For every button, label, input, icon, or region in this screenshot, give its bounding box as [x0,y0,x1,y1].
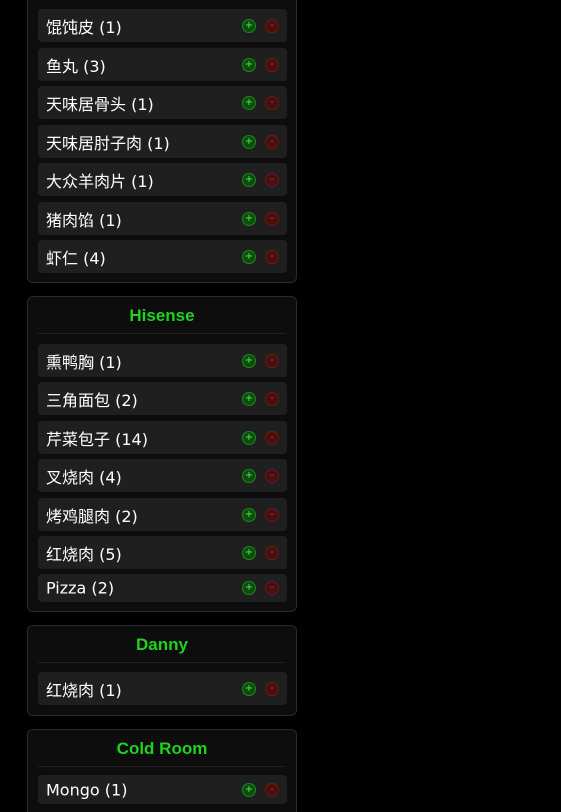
item-label: 馄饨皮 (1) [46,17,122,37]
item-label: 红烧肉 (5) [46,544,122,564]
storage-panel-danny: Danny 红烧肉 (1) + - [27,625,297,716]
list-item: 芹菜包子 (14) + - [38,421,287,454]
add-button[interactable]: + [242,353,256,368]
remove-button[interactable]: - [265,18,279,33]
add-button[interactable]: + [242,57,256,72]
add-button[interactable]: + [242,172,256,187]
storage-panel-hisense: Hisense 熏鸭胸 (1) + - 三角面包 (2) + - 芹菜包子 (1… [27,296,297,612]
storage-panel-cold-room: Cold Room Mongo (1) + - [27,729,297,812]
add-button[interactable]: + [242,391,256,406]
list-item: Mongo (1) + - [38,775,287,804]
add-button[interactable]: + [242,681,256,696]
item-label: Mongo (1) [46,780,128,799]
item-label: 虾仁 (4) [46,248,106,268]
item-label: 烤鸡腿肉 (2) [46,506,138,526]
remove-button[interactable]: - [265,211,279,226]
item-label: 天味居肘子肉 (1) [46,133,170,153]
add-button[interactable]: + [242,249,256,264]
remove-button[interactable]: - [265,249,279,264]
list-item: 馄饨皮 (1) + - [38,9,287,42]
add-button[interactable]: + [242,468,256,483]
add-button[interactable]: + [242,581,256,595]
remove-button[interactable]: - [265,172,279,187]
storage-panel: 馄饨皮 (1) + - 鱼丸 (3) + - 天味居骨头 (1) + - 天味居… [27,0,297,283]
add-button[interactable]: + [242,430,256,445]
list-item: 鱼丸 (3) + - [38,48,287,81]
remove-button[interactable]: - [265,391,279,406]
item-label: 三角面包 (2) [46,390,138,410]
item-label: 红烧肉 (1) [46,680,122,700]
panel-title: Danny [38,626,286,663]
panel-title: Cold Room [38,730,286,767]
list-item: 红烧肉 (5) + - [38,536,287,569]
remove-button[interactable]: - [265,507,279,522]
add-button[interactable]: + [242,134,256,149]
item-label: Pizza (2) [46,578,115,598]
list-item: Pizza (2) + - [38,574,287,602]
item-label: 芹菜包子 (14) [46,429,148,449]
inventory-page: 馄饨皮 (1) + - 鱼丸 (3) + - 天味居骨头 (1) + - 天味居… [0,0,561,812]
item-label: 鱼丸 (3) [46,56,106,76]
list-item: 叉烧肉 (4) + - [38,459,287,492]
list-item: 三角面包 (2) + - [38,382,287,415]
list-item: 红烧肉 (1) + - [38,672,287,705]
list-item: 天味居肘子肉 (1) + - [38,125,287,158]
item-label: 熏鸭胸 (1) [46,352,122,372]
add-button[interactable]: + [242,782,256,797]
item-label: 猪肉馅 (1) [46,210,122,230]
list-item: 大众羊肉片 (1) + - [38,163,287,196]
list-item: 虾仁 (4) + - [38,240,287,273]
remove-button[interactable]: - [265,134,279,149]
remove-button[interactable]: - [265,468,279,483]
remove-button[interactable]: - [265,545,279,560]
remove-button[interactable]: - [265,430,279,445]
remove-button[interactable]: - [265,782,279,797]
remove-button[interactable]: - [265,353,279,368]
add-button[interactable]: + [242,18,256,33]
panel-title: Hisense [38,297,286,334]
item-label: 叉烧肉 (4) [46,467,122,487]
add-button[interactable]: + [242,211,256,226]
remove-button[interactable]: - [265,95,279,110]
item-label: 天味居骨头 (1) [46,94,154,114]
remove-button[interactable]: - [265,681,279,696]
list-item: 天味居骨头 (1) + - [38,86,287,119]
add-button[interactable]: + [242,507,256,522]
remove-button[interactable]: - [265,581,279,595]
remove-button[interactable]: - [265,57,279,72]
list-item: 猪肉馅 (1) + - [38,202,287,235]
add-button[interactable]: + [242,95,256,110]
add-button[interactable]: + [242,545,256,560]
item-label: 大众羊肉片 (1) [46,171,154,191]
list-item: 熏鸭胸 (1) + - [38,344,287,377]
list-item: 烤鸡腿肉 (2) + - [38,498,287,531]
